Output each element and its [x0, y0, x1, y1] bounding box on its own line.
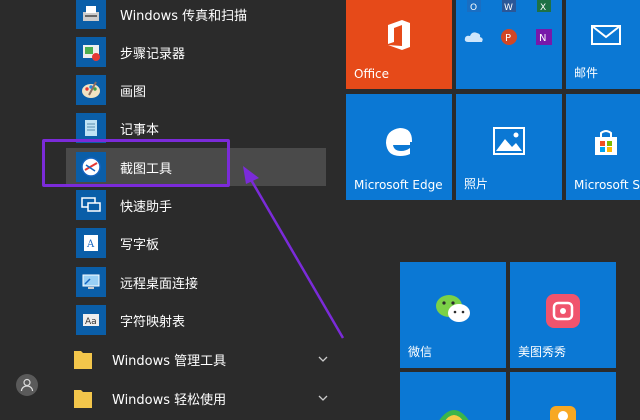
- app-item-label: 步骤记录器: [120, 46, 186, 62]
- app-item-label: 字符映射表: [120, 314, 186, 330]
- user-avatar[interactable]: [16, 374, 38, 396]
- chevron-down-icon: [318, 356, 328, 362]
- folder-label: Windows 轻松使用: [112, 392, 227, 408]
- tile-label: Office: [354, 67, 390, 81]
- mail-icon: [590, 23, 622, 47]
- character-map-icon: Aa: [76, 305, 106, 335]
- app-item-label: 快速助手: [120, 199, 173, 215]
- app-item-character-map[interactable]: Aa 字符映射表: [76, 301, 326, 339]
- svg-text:W: W: [504, 3, 513, 12]
- highlight-frame: [42, 139, 230, 187]
- tile-office[interactable]: Office: [346, 0, 452, 89]
- app-item-quick-assist[interactable]: 快速助手: [76, 186, 326, 224]
- svg-text:P: P: [505, 33, 511, 44]
- paint-icon: [76, 75, 106, 105]
- steps-recorder-icon: [76, 37, 106, 67]
- edge-icon: [382, 124, 416, 158]
- remote-desktop-icon: [76, 267, 106, 297]
- office-icon: [384, 17, 414, 53]
- meitu-icon: [544, 292, 582, 330]
- app-item-paint[interactable]: 画图: [76, 71, 326, 109]
- app-item-wordpad[interactable]: A 写字板: [76, 224, 326, 262]
- app-icon: [434, 402, 474, 420]
- tile-wechat[interactable]: 微信: [400, 262, 506, 368]
- tile-label: 美图秀秀: [518, 345, 567, 359]
- tiles-area: Office O W X P N 邮件 Microsoft Edge 照片 Mi…: [340, 0, 640, 420]
- wechat-icon: [434, 292, 472, 326]
- app-item-steps-recorder[interactable]: 步骤记录器: [76, 33, 326, 71]
- app-item-label: 远程桌面连接: [120, 276, 199, 292]
- folder-label: Windows 管理工具: [112, 353, 227, 369]
- powerpoint-icon: P: [493, 25, 524, 49]
- svg-text:Aa: Aa: [85, 317, 97, 327]
- tile-microsoft-edge[interactable]: Microsoft Edge: [346, 94, 452, 200]
- word-icon: W: [493, 0, 524, 15]
- app-item-label: 写字板: [120, 237, 160, 253]
- folder-icon: [68, 343, 98, 375]
- folder-windows-ease-of-access[interactable]: Windows 轻松使用: [68, 380, 330, 416]
- app-item-label: 记事本: [120, 122, 160, 138]
- excel-icon: X: [528, 0, 559, 15]
- svg-text:O: O: [470, 3, 477, 12]
- app-item-label: 画图: [120, 84, 147, 100]
- quick-assist-icon: [76, 190, 106, 220]
- chevron-down-icon: [318, 395, 328, 401]
- photos-icon: [492, 124, 526, 158]
- tile-label: Microsoft S: [574, 178, 640, 192]
- tile-mail[interactable]: 邮件: [566, 0, 640, 89]
- start-menu-rail: [0, 0, 56, 420]
- app-list: Windows 传真和扫描 步骤记录器 画图 记事本 截图工具 快速助手 A 写…: [56, 0, 340, 420]
- tile-meitu[interactable]: 美图秀秀: [510, 262, 616, 368]
- tile-app-partial-left[interactable]: [400, 372, 506, 420]
- folder-windows-admin-tools[interactable]: Windows 管理工具: [68, 341, 330, 377]
- user-icon: [20, 378, 34, 392]
- app-item-remote-desktop[interactable]: 远程桌面连接: [76, 263, 326, 301]
- wordpad-icon: A: [76, 228, 106, 258]
- store-icon: [590, 126, 622, 158]
- tile-label: Microsoft Edge: [354, 178, 443, 192]
- tile-microsoft-store[interactable]: Microsoft S: [566, 94, 640, 200]
- fax-scanner-icon: [76, 0, 106, 29]
- folder-icon: [68, 382, 98, 414]
- outlook-icon: O: [458, 0, 489, 15]
- tile-app-partial-right[interactable]: [510, 372, 616, 420]
- tile-photos[interactable]: 照片: [456, 94, 562, 200]
- tile-label: 微信: [408, 345, 433, 359]
- onedrive-icon: [458, 25, 489, 49]
- app-icon: [548, 404, 578, 420]
- svg-text:A: A: [86, 239, 95, 250]
- app-item-fax-scan[interactable]: Windows 传真和扫描: [76, 0, 326, 33]
- app-item-label: Windows 传真和扫描: [120, 8, 248, 24]
- tile-office-apps-group[interactable]: O W X P N: [456, 0, 562, 89]
- svg-text:X: X: [540, 3, 546, 12]
- onenote-icon: N: [528, 25, 559, 49]
- tile-label: 邮件: [574, 66, 599, 80]
- tile-label: 照片: [464, 177, 489, 191]
- svg-text:N: N: [539, 33, 546, 44]
